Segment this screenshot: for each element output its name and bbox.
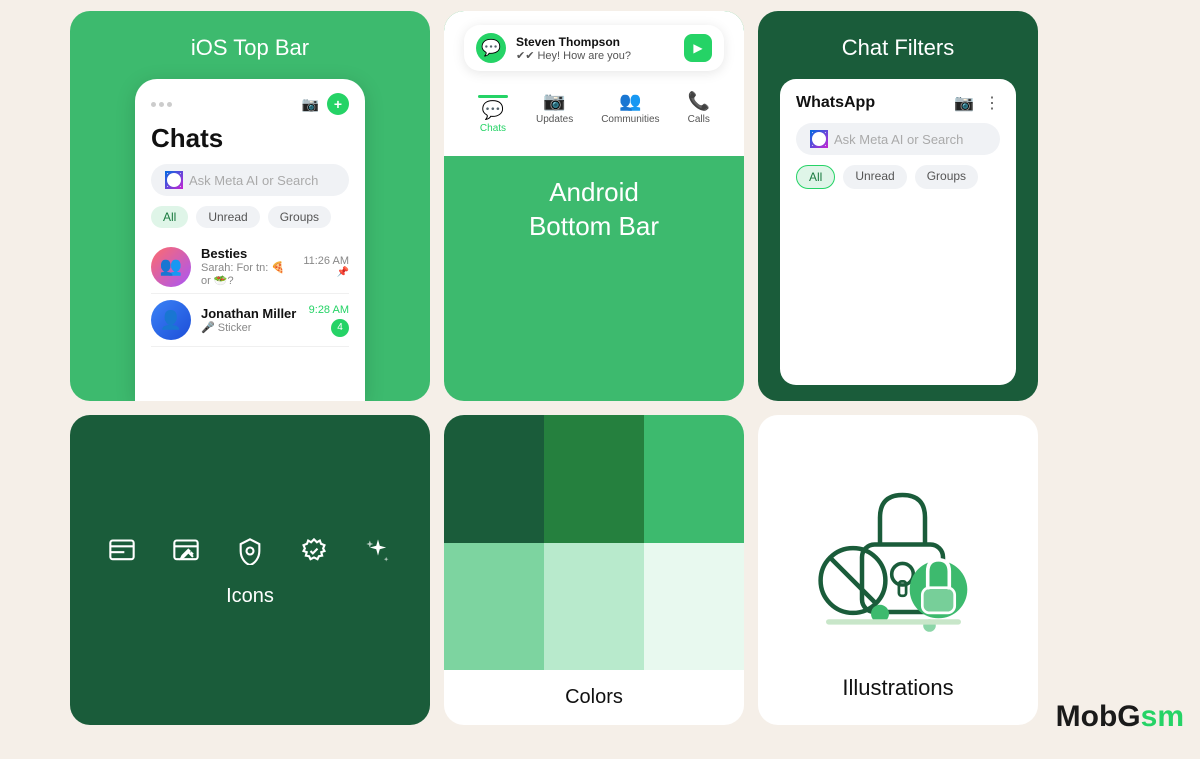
- nav-communities-label: Communities: [601, 114, 659, 125]
- ftab-unread[interactable]: Unread: [843, 165, 906, 189]
- camera-icon-filters[interactable]: 📷: [954, 93, 974, 113]
- notif-name: Steven Thompson: [516, 35, 674, 49]
- swatch-dark1: [444, 415, 544, 543]
- whatsapp-logo: 💬: [476, 33, 506, 63]
- filters-icons: 📷 ⋮: [954, 93, 1000, 113]
- nav-updates[interactable]: 📷 Updates: [536, 91, 573, 134]
- nav-updates-icon: 📷: [543, 91, 565, 112]
- chats-title: Chats: [151, 123, 349, 154]
- illustrations-title: Illustrations: [842, 675, 953, 701]
- filters-title: Chat Filters: [780, 35, 1016, 61]
- ftab-groups[interactable]: Groups: [915, 165, 978, 189]
- notif-reply-btn[interactable]: ▶: [684, 34, 712, 62]
- colors-card: Colors: [444, 415, 744, 725]
- watermark-highlight: sm: [1141, 700, 1184, 733]
- icons-row: [104, 533, 396, 569]
- filter-unread[interactable]: Unread: [196, 206, 259, 228]
- illustration-svg: [798, 459, 998, 639]
- dot3: [167, 102, 172, 107]
- chat-info-jonathan: Jonathan Miller 🎤 Sticker: [201, 306, 299, 334]
- chat-item-jonathan[interactable]: 👤 Jonathan Miller 🎤 Sticker 9:28 AM 4: [151, 294, 349, 347]
- meta-ai-icon-filters: [810, 130, 828, 148]
- avatar-jonathan: 👤: [151, 300, 191, 340]
- swatch-light2: [544, 543, 644, 671]
- nav-calls-icon: 📞: [688, 91, 710, 112]
- chat-filters-card: Chat Filters WhatsApp 📷 ⋮ Ask Meta AI or…: [758, 11, 1038, 401]
- swatch-medium: [644, 415, 744, 543]
- notif-text: Steven Thompson ✔✔ Hey! How are you?: [516, 35, 674, 62]
- nav-chats-icon: 💬: [482, 100, 504, 121]
- chat-meta-jonathan: 9:28 AM 4: [309, 304, 349, 337]
- ios-card-title: iOS Top Bar: [191, 35, 309, 61]
- nav-chats[interactable]: 💬 Chats: [478, 91, 508, 134]
- filters-search-placeholder: Ask Meta AI or Search: [834, 132, 963, 147]
- nav-calls[interactable]: 📞 Calls: [688, 91, 710, 134]
- phone-dots: [151, 102, 172, 107]
- icons-label: Icons: [226, 585, 274, 608]
- icon-sparkle: [360, 533, 396, 569]
- chat-time-jonathan: 9:28 AM: [309, 304, 349, 316]
- watermark: MobGsm: [1056, 700, 1184, 734]
- filters-search[interactable]: Ask Meta AI or Search: [796, 123, 1000, 155]
- notif-msg: ✔✔ Hey! How are you?: [516, 49, 674, 62]
- search-placeholder: Ask Meta AI or Search: [189, 173, 318, 188]
- nav-communities-icon: 👥: [619, 91, 641, 112]
- pin-icon: 📌: [303, 267, 349, 278]
- android-phone-top: 💬 Steven Thompson ✔✔ Hey! How are you? ▶…: [444, 11, 744, 156]
- chat-name-jonathan: Jonathan Miller: [201, 306, 299, 321]
- ios-phone-mockup: 📷 + Chats Ask Meta AI or Search All Unre…: [135, 79, 365, 401]
- chat-info-besties: Besties Sarah: For tn: 🍕or 🥗?: [201, 246, 293, 287]
- chat-meta-besties: 11:26 AM 📌: [303, 255, 349, 278]
- more-options-icon[interactable]: ⋮: [984, 93, 1000, 113]
- nav-chats-label: Chats: [480, 123, 506, 134]
- filter-tabs: All Unread Groups: [796, 165, 1000, 189]
- nav-indicator: [478, 95, 508, 98]
- dot2: [159, 102, 164, 107]
- filters-topbar: WhatsApp 📷 ⋮: [796, 93, 1000, 113]
- camera-icon[interactable]: 📷: [302, 96, 319, 113]
- swatch-light1: [444, 543, 544, 671]
- icon-security: [232, 533, 268, 569]
- ios-top-bar-card: iOS Top Bar 📷 + Chats Ask Met: [70, 11, 430, 401]
- colors-swatches: [444, 415, 744, 670]
- android-notification: 💬 Steven Thompson ✔✔ Hey! How are you? ▶: [464, 25, 724, 71]
- nav-calls-label: Calls: [688, 114, 710, 125]
- colors-label: Colors: [444, 670, 744, 725]
- swatch-dark2: [544, 415, 644, 543]
- icon-chat: [104, 533, 140, 569]
- chat-preview-jonathan: 🎤 Sticker: [201, 321, 299, 334]
- chat-time-besties: 11:26 AM: [303, 255, 349, 267]
- chat-item-besties[interactable]: 👥 Besties Sarah: For tn: 🍕or 🥗? 11:26 AM…: [151, 240, 349, 294]
- dot1: [151, 102, 156, 107]
- swatch-lightest: [644, 543, 744, 671]
- meta-ai-icon: [165, 171, 183, 189]
- android-nav-bar: 💬 Chats 📷 Updates 👥 Communities 📞 Calls: [464, 83, 724, 138]
- chat-preview-besties: Sarah: For tn: 🍕or 🥗?: [201, 261, 293, 287]
- whatsapp-brand: WhatsApp: [796, 94, 875, 112]
- illustrations-card: Illustrations: [758, 415, 1038, 725]
- nav-communities[interactable]: 👥 Communities: [601, 91, 659, 134]
- phone-top-bar: 📷 +: [151, 93, 349, 115]
- filter-groups[interactable]: Groups: [268, 206, 331, 228]
- chat-name-besties: Besties: [201, 246, 293, 261]
- icon-edit-chat: [168, 533, 204, 569]
- android-card-title: AndroidBottom Bar: [509, 156, 679, 264]
- filter-pills: All Unread Groups: [151, 206, 349, 228]
- filters-phone: WhatsApp 📷 ⋮ Ask Meta AI or Search All U…: [780, 79, 1016, 385]
- avatar-besties: 👥: [151, 247, 191, 287]
- phone-right-icons: 📷 +: [302, 93, 349, 115]
- search-bar[interactable]: Ask Meta AI or Search: [151, 164, 349, 196]
- ftab-all[interactable]: All: [796, 165, 835, 189]
- icon-verified: [296, 533, 332, 569]
- add-button[interactable]: +: [327, 93, 349, 115]
- icons-card: Icons: [70, 415, 430, 725]
- illustration-area: [798, 439, 998, 659]
- filter-all[interactable]: All: [151, 206, 188, 228]
- nav-updates-label: Updates: [536, 114, 573, 125]
- unread-badge: 4: [331, 319, 349, 337]
- android-bottom-bar-card: 💬 Steven Thompson ✔✔ Hey! How are you? ▶…: [444, 11, 744, 401]
